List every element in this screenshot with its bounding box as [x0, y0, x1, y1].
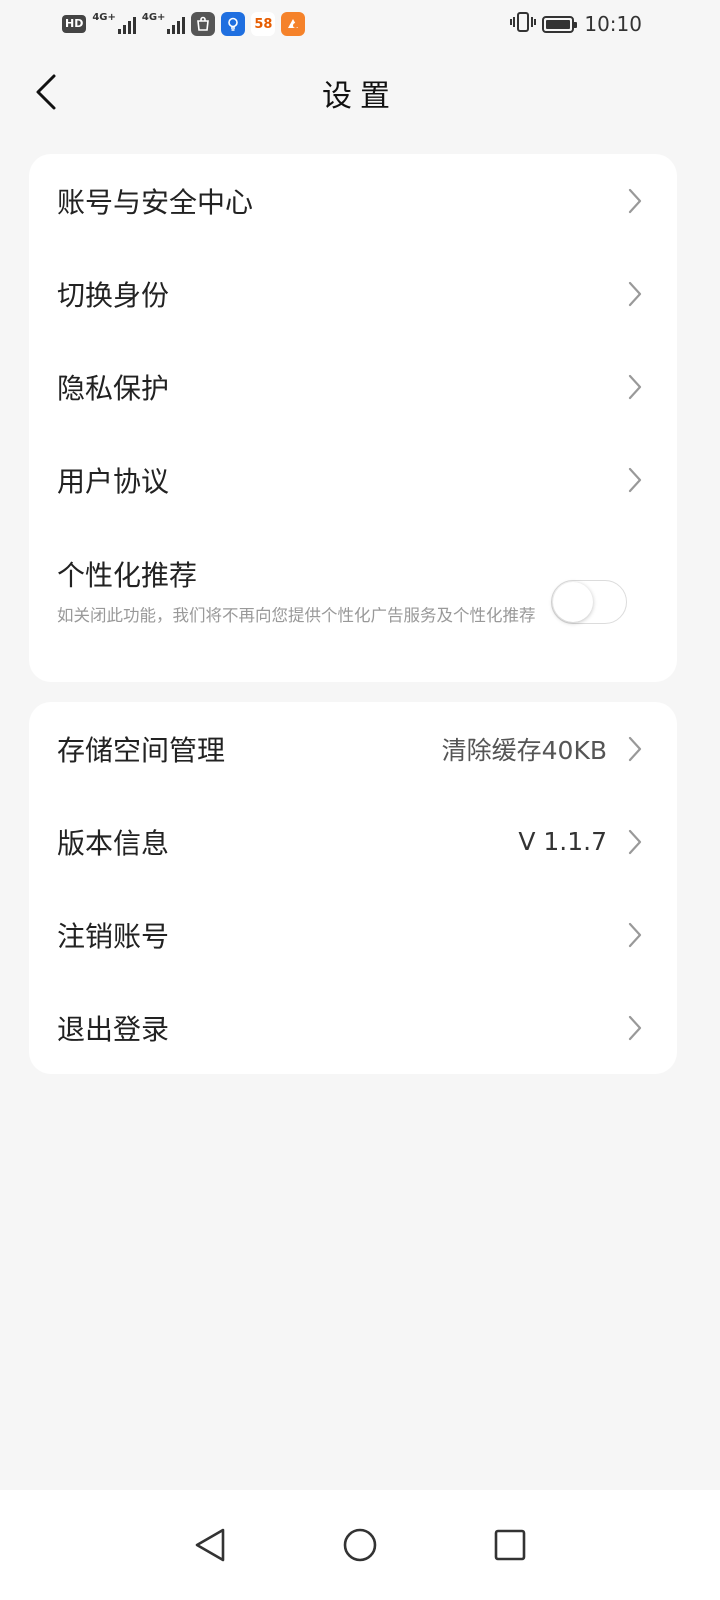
- status-right: 10:10: [510, 11, 642, 38]
- row-label: 账号与安全中心: [57, 185, 254, 219]
- system-nav-bar: [0, 1490, 720, 1600]
- app-orange-icon: [281, 12, 306, 36]
- battery-icon: [542, 15, 578, 33]
- status-left: HD 4G+ 4G+ 58: [62, 12, 306, 36]
- app-58-icon: 58: [251, 12, 276, 36]
- triangle-back-icon: [195, 1528, 225, 1562]
- nav-recents-button[interactable]: [485, 1520, 535, 1570]
- toggle-knob: [553, 582, 593, 622]
- row-account-security[interactable]: 账号与安全中心: [29, 154, 677, 247]
- vibrate-icon: [510, 11, 537, 38]
- shopping-bag-icon: [191, 12, 216, 36]
- row-label: 用户协议: [57, 464, 170, 498]
- personalized-toggle[interactable]: [551, 580, 627, 624]
- nav-home-button[interactable]: [335, 1520, 385, 1570]
- header: 设置: [0, 48, 720, 138]
- row-logout[interactable]: 退出登录: [29, 981, 677, 1074]
- row-label: 注销账号: [57, 919, 170, 953]
- status-bar: HD 4G+ 4G+ 58 10:10: [0, 0, 720, 48]
- row-switch-identity[interactable]: 切换身份: [29, 247, 677, 340]
- row-privacy[interactable]: 隐私保护: [29, 340, 677, 433]
- signal-icon-1: [117, 14, 136, 34]
- hd-badge: HD: [62, 15, 87, 33]
- row-version-info[interactable]: 版本信息 V 1.1.7: [29, 795, 677, 888]
- chevron-right-icon: [628, 1015, 642, 1040]
- page-title: 设置: [322, 79, 398, 114]
- storage-cache-value: 清除缓存40KB: [441, 735, 607, 765]
- chevron-right-icon: [628, 922, 642, 947]
- row-storage-management[interactable]: 存储空间管理 清除缓存40KB: [29, 702, 677, 795]
- settings-card-account: 账号与安全中心 切换身份 隐私保护 用户协议 个性化推荐 如关闭此功能，我们将不…: [29, 154, 677, 682]
- chevron-right-icon: [628, 188, 642, 213]
- chevron-right-icon: [628, 374, 642, 399]
- network-type-1: 4G+: [92, 12, 116, 23]
- row-personalized-recommendation: 个性化推荐 如关闭此功能，我们将不再向您提供个性化广告服务及个性化推荐: [29, 536, 677, 656]
- row-label: 切换身份: [57, 278, 170, 312]
- row-user-agreement[interactable]: 用户协议: [29, 433, 677, 526]
- chevron-right-icon: [628, 829, 642, 854]
- square-recents-icon: [494, 1529, 526, 1561]
- chevron-left-icon: [36, 74, 56, 110]
- nav-back-button[interactable]: [185, 1520, 235, 1570]
- version-value: V 1.1.7: [518, 827, 607, 856]
- network-type-2: 4G+: [141, 12, 166, 23]
- lightbulb-icon: [221, 12, 246, 36]
- back-button[interactable]: [22, 68, 70, 116]
- row-label: 版本信息: [57, 826, 170, 860]
- row-label: 退出登录: [57, 1012, 170, 1046]
- signal-icon-2: [167, 14, 186, 34]
- status-time: 10:10: [584, 12, 642, 36]
- chevron-right-icon: [628, 467, 642, 492]
- row-label: 隐私保护: [57, 371, 170, 405]
- row-label: 存储空间管理: [57, 733, 226, 767]
- personalized-description: 如关闭此功能，我们将不再向您提供个性化广告服务及个性化推荐: [57, 606, 536, 625]
- row-deactivate-account[interactable]: 注销账号: [29, 888, 677, 981]
- chevron-right-icon: [628, 281, 642, 306]
- personalized-title: 个性化推荐: [57, 559, 198, 592]
- chevron-right-icon: [628, 736, 642, 761]
- circle-home-icon: [343, 1528, 377, 1562]
- settings-card-app: 存储空间管理 清除缓存40KB 版本信息 V 1.1.7 注销账号 退出登录: [29, 702, 677, 1074]
